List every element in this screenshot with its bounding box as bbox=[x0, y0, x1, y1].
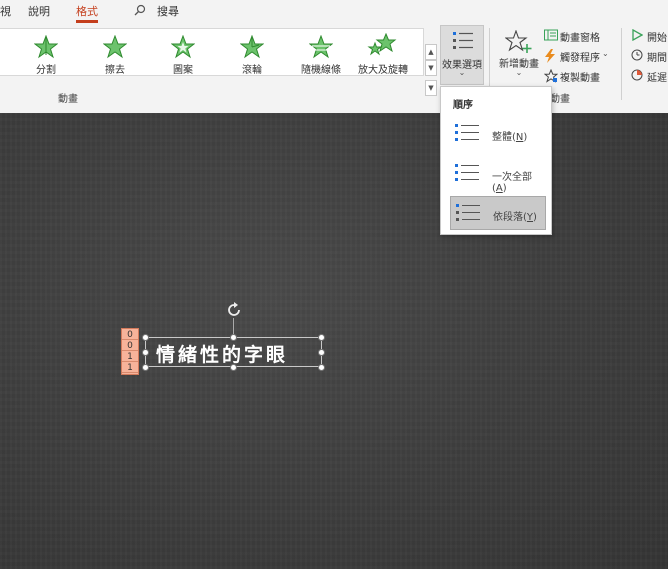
slide-text[interactable]: 情緒性的字眼 bbox=[156, 340, 288, 367]
animation-tag[interactable]: 0 bbox=[122, 330, 138, 340]
chevron-down-icon: ⌄ bbox=[602, 49, 609, 58]
lightning-icon bbox=[545, 49, 555, 63]
star-shape-icon bbox=[171, 35, 195, 59]
animation-tag[interactable]: 1 bbox=[122, 352, 138, 362]
resize-handle[interactable] bbox=[318, 364, 325, 371]
resize-handle[interactable] bbox=[142, 349, 149, 356]
effect-random-bars[interactable]: 隨機線條 bbox=[288, 29, 354, 77]
animation-order-tags[interactable]: 0 0 1 1 bbox=[121, 328, 139, 375]
all-at-once-icon bbox=[455, 164, 479, 181]
effect-options-button[interactable]: 效果選項 ⌄ bbox=[440, 25, 484, 85]
gallery-scroll-down[interactable]: ▼ bbox=[425, 60, 437, 76]
star-split-icon bbox=[34, 35, 58, 59]
effect-wheel[interactable]: 滾輪 bbox=[219, 29, 285, 77]
effect-shape[interactable]: 圖案 bbox=[150, 29, 216, 77]
dropdown-item-label: 整體(N) bbox=[492, 132, 528, 143]
list-order-icon bbox=[453, 32, 473, 49]
effect-options-dropdown: 順序 整體(N) 一次全部(A) 依段落(Y) bbox=[440, 86, 552, 235]
rotate-handle-icon[interactable] bbox=[225, 301, 243, 319]
as-one-object-icon bbox=[455, 124, 479, 141]
resize-handle[interactable] bbox=[230, 364, 237, 371]
effect-wipe[interactable]: 擦去 bbox=[82, 29, 148, 77]
ribbon-divider bbox=[621, 28, 622, 100]
menu-format[interactable]: 格式 bbox=[76, 3, 98, 23]
gallery-scroll-up[interactable]: ▲ bbox=[425, 44, 437, 60]
animation-gallery: 分割 擦去 圖案 滾輪 隨機線條 放大及旋轉 bbox=[0, 28, 424, 76]
group-label-advanced-animation: 動畫 bbox=[550, 94, 570, 105]
menu-bar: 視 說明 格式 搜尋 bbox=[0, 0, 668, 23]
play-icon bbox=[632, 29, 643, 41]
resize-handle[interactable] bbox=[230, 334, 237, 341]
resize-handle[interactable] bbox=[142, 334, 149, 341]
sequence-header: 順序 bbox=[453, 100, 473, 111]
clock-icon bbox=[631, 49, 643, 61]
effect-label: 圖案 bbox=[173, 65, 193, 76]
resize-handle[interactable] bbox=[318, 334, 325, 341]
star-grow-turn-icon bbox=[367, 33, 397, 56]
chevron-down-icon: ⌄ bbox=[515, 68, 523, 77]
group-label-animation: 動畫 bbox=[58, 94, 78, 105]
star-random-bars-icon bbox=[309, 35, 333, 59]
sequence-all-at-once[interactable]: 一次全部(A) bbox=[450, 157, 546, 194]
animation-tag[interactable]: 1 bbox=[122, 363, 138, 373]
by-paragraph-icon bbox=[456, 204, 480, 221]
add-star-icon bbox=[504, 29, 532, 53]
resize-handle[interactable] bbox=[318, 349, 325, 356]
animation-painter-icon bbox=[544, 69, 558, 83]
dropdown-item-label: 依段落(Y) bbox=[493, 212, 537, 223]
effect-label: 擦去 bbox=[105, 65, 125, 76]
gallery-more[interactable]: ▼ bbox=[425, 80, 437, 96]
slide-canvas[interactable] bbox=[0, 113, 668, 569]
animation-tag[interactable]: 0 bbox=[122, 341, 138, 351]
effect-label: 滾輪 bbox=[242, 65, 262, 76]
sequence-as-one-object[interactable]: 整體(N) bbox=[450, 117, 546, 151]
animation-pane-icon bbox=[544, 29, 558, 41]
search-icon[interactable] bbox=[134, 4, 146, 16]
chevron-down-icon: ⌄ bbox=[458, 68, 466, 77]
effect-label: 放大及旋轉 bbox=[358, 65, 408, 76]
menu-help[interactable]: 說明 bbox=[28, 3, 50, 19]
effect-split[interactable]: 分割 bbox=[13, 29, 79, 77]
search-label[interactable]: 搜尋 bbox=[157, 3, 179, 19]
effect-label: 分割 bbox=[36, 65, 56, 76]
add-animation-button[interactable]: 新增動畫 ⌄ bbox=[496, 29, 542, 82]
resize-handle[interactable] bbox=[142, 364, 149, 371]
dropdown-item-label: 一次全部(A) bbox=[492, 172, 532, 194]
effect-grow-turn[interactable]: 放大及旋轉 bbox=[350, 29, 416, 77]
effect-label: 隨機線條 bbox=[301, 65, 341, 76]
menu-view[interactable]: 視 bbox=[0, 3, 11, 19]
delay-clock-icon bbox=[631, 69, 643, 81]
star-wipe-icon bbox=[103, 35, 127, 59]
sequence-by-paragraph[interactable]: 依段落(Y) bbox=[450, 196, 546, 230]
star-wheel-icon bbox=[240, 35, 264, 59]
